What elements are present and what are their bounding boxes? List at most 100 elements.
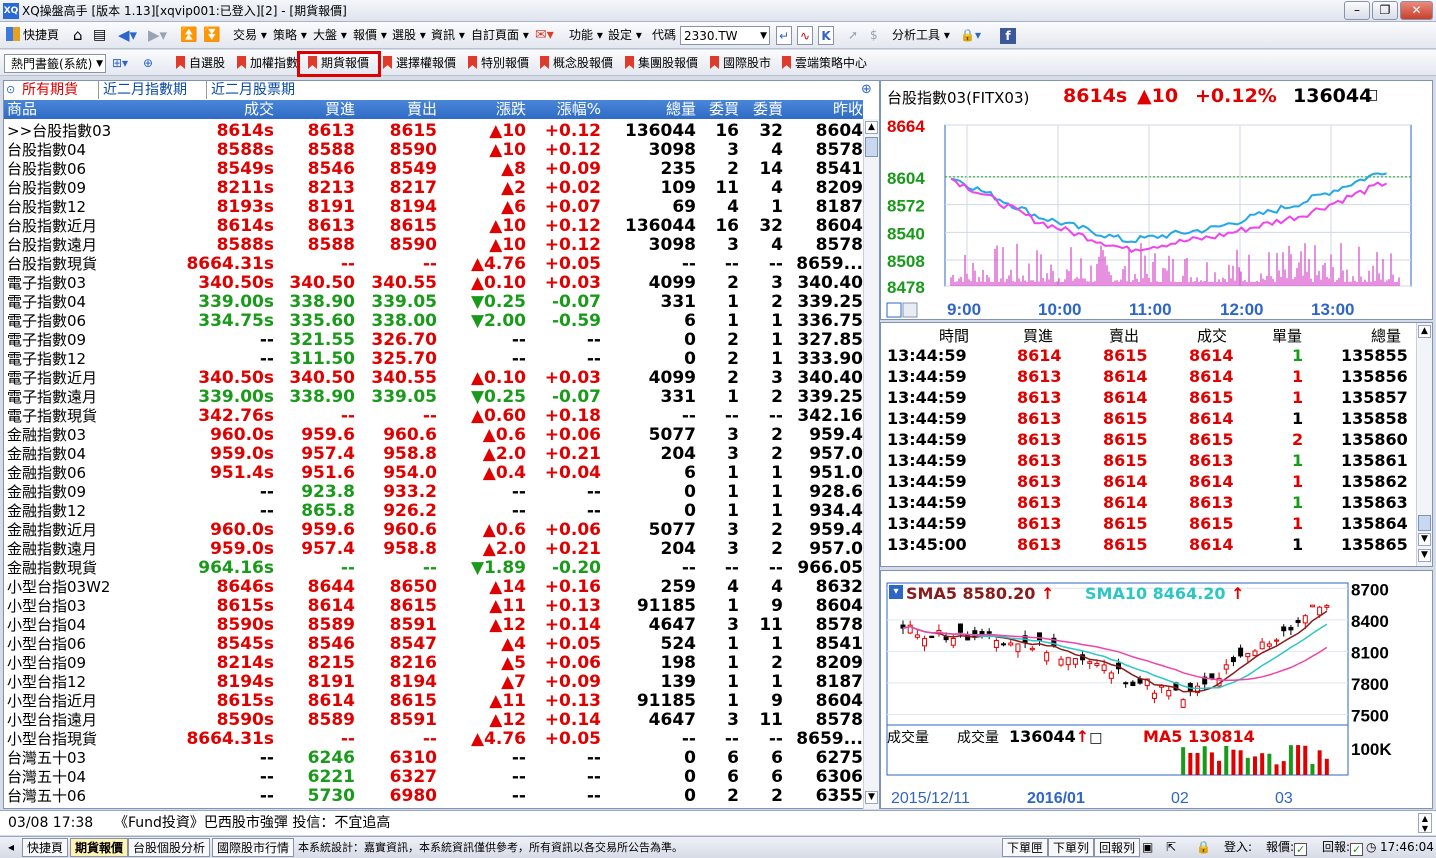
tick-row[interactable]: 13:44:59 8613 8614 8614 1 135856 — [881, 366, 1416, 387]
zoom-icon[interactable]: ⊕ — [861, 81, 872, 99]
trend-chart-icon[interactable]: ∿ — [797, 26, 813, 45]
menu-trade[interactable]: 交易 ▾ — [233, 26, 267, 45]
quote-row[interactable]: 電子指數遠月 339.00s 338.90 339.05 ▼0.25 -0.07… — [4, 388, 863, 407]
indicator-menu-icon[interactable]: ▾ — [889, 585, 903, 599]
quote-row[interactable]: 小型台指12 8194s 8191 8194 ▲7 +0.09 139 1 1 … — [4, 673, 863, 692]
bookmark-add-icon[interactable]: ⊞▾ — [112, 54, 128, 73]
menu-quickpage[interactable]: 快捷頁 — [6, 26, 59, 45]
tick-row[interactable]: 13:44:59 8614 8615 8614 1 135855 — [881, 345, 1416, 366]
bookmark-cloud-strategy[interactable]: 雲端策略中心 — [782, 54, 867, 73]
quote-row[interactable]: 小型台指遠月 8590s 8589 8591 ▲12 +0.14 4647 3 … — [4, 711, 863, 730]
menu-function[interactable]: 功能 ▾ — [569, 26, 603, 45]
quote-row[interactable]: 金融指數06 951.4s 951.6 954.0 ▲0.4 +0.04 6 1… — [4, 464, 863, 483]
quote-row[interactable]: 金融指數09 -- 923.8 933.2 -- -- 0 1 1 928.6 — [4, 483, 863, 502]
col-prev-close[interactable]: 昨收 — [833, 100, 863, 119]
quote-row[interactable]: 金融指數近月 960.0s 959.6 960.6 ▲0.6 +0.06 507… — [4, 521, 863, 540]
status-tab-stock-analysis[interactable]: 台股個股分析 — [128, 838, 211, 857]
back-arrow-icon[interactable]: ◀▾ — [118, 26, 137, 45]
menu-screener[interactable]: 選股 ▾ — [392, 26, 426, 45]
minimize-button[interactable]: – — [1344, 1, 1370, 20]
document-icon[interactable]: ▤ — [93, 26, 106, 45]
quote-scrollbar[interactable]: ▲ ▼ — [863, 119, 879, 809]
col-ask[interactable]: 賣出 — [407, 100, 437, 119]
order-bar-button[interactable]: 下單列 — [1048, 838, 1095, 857]
col-name[interactable]: 商品 — [7, 100, 37, 119]
quote-row[interactable]: 台股指數06 8549s 8546 8549 ▲8 +0.09 235 2 14… — [4, 160, 863, 179]
dollar-icon[interactable]: $ — [870, 26, 878, 45]
quote-row[interactable]: 台灣五十03 -- 6246 6310 -- -- 0 6 6 6275 — [4, 749, 863, 768]
scroll-down-icon[interactable]: ▼ — [865, 791, 878, 804]
quote-row[interactable]: 金融指數遠月 959.0s 957.4 958.8 ▲2.0 +0.21 204… — [4, 540, 863, 559]
bookmark-plus-icon[interactable]: ⊕ — [143, 54, 153, 73]
menu-strategy[interactable]: 策略 ▾ — [273, 26, 307, 45]
scroll-up-icon[interactable]: ▲ — [865, 121, 878, 134]
tick-row[interactable]: 13:44:59 8613 8614 8614 1 135862 — [881, 471, 1416, 492]
quote-row[interactable]: 小型台指04 8590s 8589 8591 ▲12 +0.14 4647 3 … — [4, 616, 863, 635]
col-last[interactable]: 成交 — [244, 100, 274, 119]
status-tab-intl-market[interactable]: 國際股市行情 — [212, 838, 295, 857]
tick-row[interactable]: 13:44:59 8613 8614 8613 1 135863 — [881, 492, 1416, 513]
quote-row[interactable]: 台股指數12 8193s 8191 8194 ▲6 +0.07 69 4 1 8… — [4, 198, 863, 217]
page-up-icon[interactable]: ⏫ — [180, 26, 197, 45]
quote-row[interactable]: 台灣五十06 -- 5730 6980 -- -- 0 2 2 6355 — [4, 787, 863, 806]
quote-row[interactable]: 金融指數03 960.0s 959.6 960.6 ▲0.6 +0.06 507… — [4, 426, 863, 445]
close-button[interactable]: ✕ — [1400, 1, 1433, 20]
col-change[interactable]: 漲跌 — [496, 100, 526, 119]
menu-quote[interactable]: 報價 ▾ — [353, 26, 387, 45]
quote-row[interactable]: 金融指數04 959.0s 957.4 958.8 ▲2.0 +0.21 204… — [4, 445, 863, 464]
mail-icon[interactable]: ✉▾ — [535, 26, 554, 45]
quote-row[interactable]: 電子指數06 334.75s 335.60 338.00 ▼2.00 -0.59… — [4, 312, 863, 331]
home-icon[interactable]: ⌂ — [73, 26, 83, 45]
tab-near-stock[interactable]: 近二月股票期 — [206, 81, 295, 99]
scroll-up-icon[interactable]: ▲ — [1418, 325, 1431, 338]
tick-row[interactable]: 13:44:59 8613 8615 8614 1 135858 — [881, 408, 1416, 429]
quote-row[interactable]: 台股指數09 8211s 8213 8217 ▲2 +0.02 109 11 4… — [4, 179, 863, 198]
bookmark-concept-quote[interactable]: 概念股報價 — [540, 54, 613, 73]
kline-icon[interactable]: K — [818, 26, 834, 45]
col-volume[interactable]: 總量 — [666, 100, 696, 119]
quote-row[interactable]: 台灣五十04 -- 6221 6327 -- -- 0 6 6 6306 — [4, 768, 863, 787]
bookmark-taiex[interactable]: 加權指數 — [237, 54, 298, 73]
scroll-thumb[interactable] — [865, 137, 878, 157]
scroll-thumb[interactable] — [1418, 515, 1431, 531]
lock-icon[interactable]: 🔒▾ — [960, 26, 981, 45]
pointer-icon[interactable]: ➚ — [848, 26, 858, 45]
bookmark-intl-market[interactable]: 國際股市 — [710, 54, 771, 73]
quote-row[interactable]: 電子指數04 339.00s 338.90 339.05 ▼0.25 -0.07… — [4, 293, 863, 312]
collapse-icon[interactable]: ⊙ — [6, 81, 15, 99]
tick-row[interactable]: 13:44:59 8613 8615 8613 1 135861 — [881, 450, 1416, 471]
quote-row[interactable]: 小型台指03 8615s 8614 8615 ▲11 +0.13 91185 1… — [4, 597, 863, 616]
expand-icon[interactable]: ⇱ — [1166, 838, 1176, 857]
quote-row[interactable]: 台股指數遠月 8588s 8588 8590 ▲10 +0.12 3098 3 … — [4, 236, 863, 255]
menu-market[interactable]: 大盤 ▾ — [313, 26, 347, 45]
bookmark-group-quote[interactable]: 集團股報價 — [625, 54, 698, 73]
scroll-down-icon[interactable]: ▼ — [1418, 533, 1431, 546]
restore-button[interactable]: ❐ — [1372, 1, 1398, 20]
scroll-end-icon[interactable]: ▼ — [1418, 549, 1431, 562]
order-box-button[interactable]: 下單匣 — [1002, 838, 1049, 857]
page-down-icon[interactable]: ⏬ — [203, 26, 220, 45]
quote-row[interactable]: 小型台指近月 8615s 8614 8615 ▲11 +0.13 91185 1… — [4, 692, 863, 711]
quote-row[interactable]: 台股指數近月 8614s 8613 8615 ▲10 +0.12 136044 … — [4, 217, 863, 236]
forward-arrow-icon[interactable]: ▶▾ — [148, 26, 167, 45]
news-scroll-icon[interactable]: ▲ ▼ — [1418, 813, 1432, 833]
quote-row[interactable]: 小型台指09 8214s 8215 8216 ▲5 +0.06 198 1 2 … — [4, 654, 863, 673]
status-tab-futures[interactable]: 期貨報價 — [70, 838, 129, 857]
col-change-pct[interactable]: 漲幅% — [557, 100, 601, 119]
tick-scrollbar[interactable]: ▲ ▼ ▼ — [1416, 323, 1432, 566]
quote-row[interactable]: 金融指數現貨 964.16s -- -- ▼1.89 -0.20 -- -- -… — [4, 559, 863, 578]
quote-row[interactable]: 小型台指現貨 8664.31s -- -- ▲4.76 +0.05 -- -- … — [4, 730, 863, 749]
col-bid-qty[interactable]: 委買 — [709, 100, 739, 119]
nav-left-icon[interactable]: ◂ — [2, 838, 20, 857]
tick-row[interactable]: 13:44:59 8613 8614 8615 1 135857 — [881, 387, 1416, 408]
page-select[interactable]: 熱門書籤(系統) ▼ — [4, 54, 106, 73]
menu-analysis-tools[interactable]: 分析工具 ▾ — [892, 26, 950, 45]
window-icon[interactable]: ▣ — [1142, 838, 1153, 857]
menu-settings[interactable]: 設定 ▾ — [608, 26, 642, 45]
bookmark-options-quote[interactable]: 選擇權報價 — [383, 54, 456, 73]
quote-row[interactable]: 小型台指06 8545s 8546 8547 ▲4 +0.05 524 1 1 … — [4, 635, 863, 654]
news-headline[interactable]: 《Fund投資》巴西股市強彈 投信：不宜追高 — [114, 811, 390, 835]
quote-row[interactable]: 電子指數09 -- 321.55 326.70 -- -- 0 2 1 327.… — [4, 331, 863, 350]
quote-row[interactable]: 電子指數12 -- 311.50 325.70 -- -- 0 2 1 333.… — [4, 350, 863, 369]
status-tab-quickpage[interactable]: 快捷頁 — [22, 838, 69, 857]
